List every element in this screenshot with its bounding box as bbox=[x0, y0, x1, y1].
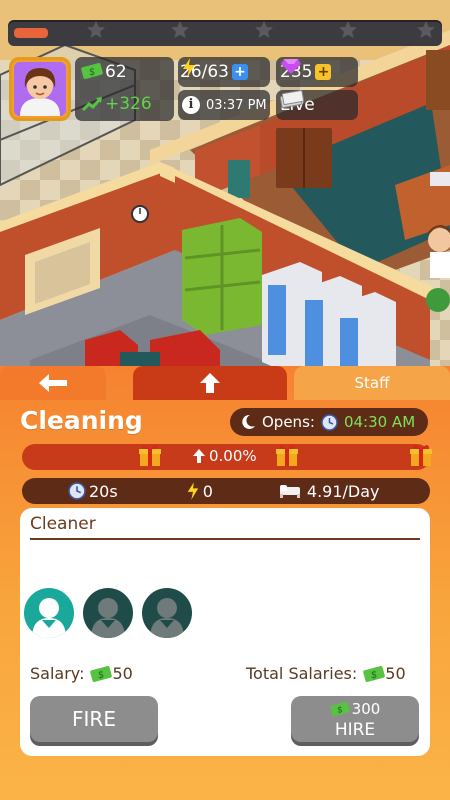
money-panel: $ 62 +326 bbox=[75, 57, 174, 121]
opens-badge: Opens: 04:30 AM bbox=[230, 408, 428, 436]
gift-icon[interactable] bbox=[137, 442, 163, 468]
clock-icon bbox=[68, 482, 86, 500]
room-stats-bar: 20s 0 4.91/Day bbox=[22, 478, 430, 504]
star-icon bbox=[339, 21, 357, 38]
game-scene[interactable]: $ 62 +326 26/63 + 235 + i 03:37 PM Live bbox=[0, 0, 450, 380]
tab-staff[interactable]: Staff bbox=[294, 366, 450, 400]
hire-label: HIRE bbox=[334, 720, 376, 740]
total-salaries-row: Total Salaries: $ 50 bbox=[246, 664, 406, 683]
staff-slot-empty[interactable] bbox=[142, 588, 192, 638]
star-icon bbox=[417, 21, 435, 38]
gem-counter[interactable]: 235 + bbox=[276, 57, 358, 87]
income-value: +326 bbox=[105, 94, 152, 114]
hire-cost: 300 bbox=[351, 700, 381, 718]
rate-value: 4.91/Day bbox=[306, 481, 380, 501]
staff-role: Cleaner bbox=[30, 514, 96, 534]
gift-icon[interactable] bbox=[408, 442, 434, 468]
divider bbox=[30, 538, 420, 540]
player-avatar[interactable] bbox=[9, 57, 71, 121]
live-icon bbox=[280, 90, 304, 108]
fire-button[interactable]: FIRE bbox=[30, 696, 158, 742]
back-arrow-icon bbox=[39, 374, 67, 392]
duration-value: 20s bbox=[89, 481, 118, 501]
staff-card: Cleaner Salary: $ 50 Total Salaries: $ 5… bbox=[20, 508, 430, 756]
total-salaries-label: Total Salaries: bbox=[246, 664, 358, 683]
cash-icon: $ bbox=[330, 701, 350, 717]
upgrade-tab[interactable] bbox=[133, 366, 287, 400]
salary-row: Salary: $ 50 bbox=[30, 664, 133, 683]
svg-text:$: $ bbox=[89, 67, 95, 78]
cash-icon: $ bbox=[81, 63, 103, 79]
time-value: 03:37 PM bbox=[206, 97, 267, 113]
back-tab[interactable] bbox=[0, 366, 106, 400]
salary-label: Salary: bbox=[30, 664, 85, 683]
star-icon bbox=[87, 21, 105, 38]
room-panel: Staff Cleaning Opens: 04:30 AM 0.00% 20s… bbox=[0, 366, 450, 800]
staff-avatar-icon bbox=[32, 598, 66, 638]
live-button[interactable]: Live bbox=[276, 90, 358, 120]
room-title: Cleaning bbox=[20, 406, 143, 435]
energy-cost-value: 0 bbox=[202, 481, 213, 501]
plus-icon[interactable]: + bbox=[315, 64, 332, 80]
staff-slot-hired[interactable] bbox=[24, 588, 74, 638]
cash-icon: $ bbox=[90, 665, 113, 682]
income-icon bbox=[81, 97, 102, 112]
clock-icon bbox=[321, 413, 338, 431]
staff-avatar-icon bbox=[150, 598, 184, 638]
svg-text:$: $ bbox=[337, 706, 343, 716]
progress-readout: 0.00% bbox=[192, 447, 257, 465]
level-progress-fill bbox=[14, 28, 48, 38]
opens-time: 04:30 AM bbox=[343, 413, 416, 431]
room-progress-bar: 0.00% bbox=[22, 442, 432, 470]
plus-icon[interactable]: + bbox=[232, 64, 248, 80]
staff-slot-empty[interactable] bbox=[83, 588, 133, 638]
energy-icon bbox=[187, 482, 198, 500]
star-icon bbox=[171, 21, 189, 38]
avatar-portrait bbox=[20, 68, 60, 116]
cash-value: 62 bbox=[105, 62, 127, 82]
upgrade-arrow-icon bbox=[193, 449, 205, 463]
cash-icon: $ bbox=[363, 665, 386, 682]
svg-text:$: $ bbox=[371, 670, 377, 681]
opens-label: Opens: bbox=[262, 413, 315, 431]
progress-percent: 0.00% bbox=[209, 447, 257, 465]
info-icon[interactable]: i bbox=[182, 96, 200, 114]
moon-icon bbox=[242, 414, 255, 429]
star-icon bbox=[255, 21, 273, 38]
upgrade-arrow-icon bbox=[200, 373, 220, 393]
gift-icon[interactable] bbox=[274, 442, 300, 468]
level-progress-bar bbox=[8, 20, 442, 46]
gem-icon bbox=[281, 59, 301, 74]
bed-icon bbox=[279, 485, 300, 498]
energy-counter[interactable]: 26/63 + bbox=[178, 57, 270, 87]
svg-text:$: $ bbox=[98, 670, 104, 681]
salary-value: 50 bbox=[112, 664, 133, 683]
game-clock: i 03:37 PM bbox=[178, 90, 270, 120]
energy-icon bbox=[183, 58, 195, 78]
hire-button[interactable]: $ 300 HIRE bbox=[291, 696, 419, 742]
staff-avatar-icon bbox=[91, 598, 125, 638]
total-salaries-value: 50 bbox=[385, 664, 406, 683]
